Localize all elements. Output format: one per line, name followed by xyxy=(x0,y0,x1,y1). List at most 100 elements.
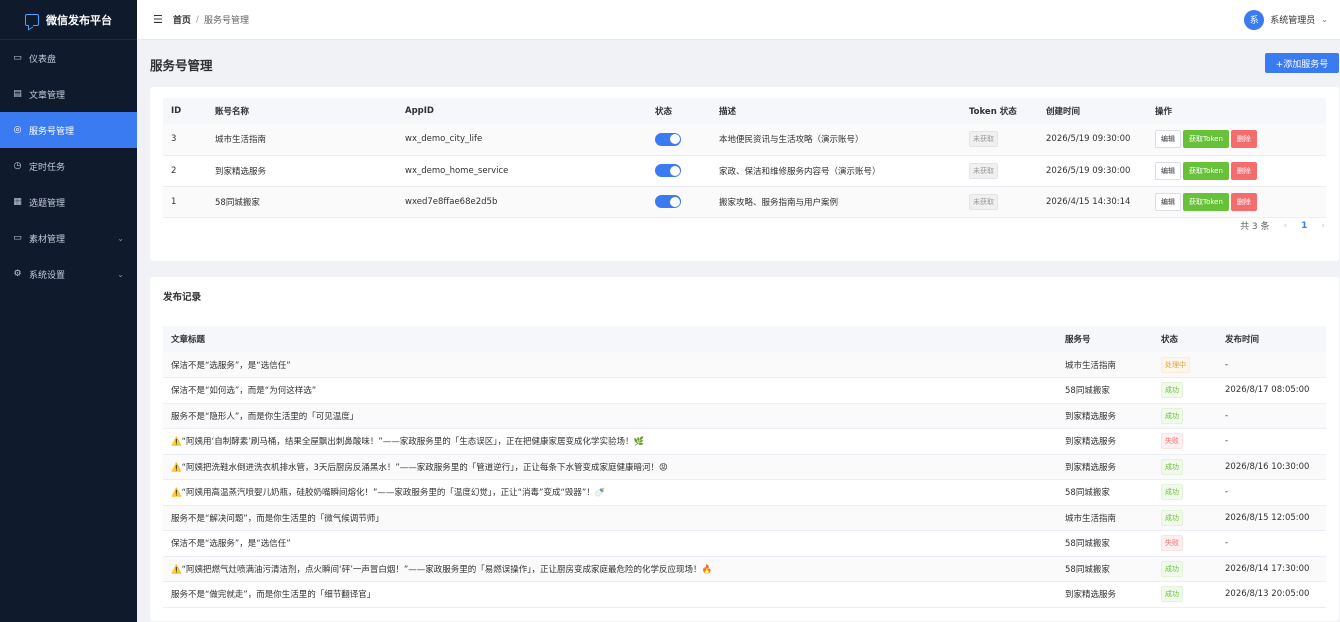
status-badge: 失败 xyxy=(1161,433,1183,450)
status-toggle[interactable] xyxy=(655,195,681,208)
table-row: ⚠️“阿姨把洗鞋水倒进洗衣机排水管，3天后厨房反涌黑水！”——家政服务里的「管道… xyxy=(163,454,1326,480)
account-name: 城市生活指南 xyxy=(207,124,397,156)
column-header: Token 状态 xyxy=(961,98,1038,124)
get-token-button[interactable]: 获取Token xyxy=(1183,130,1229,149)
account-description: 本地便民资讯与生活攻略（演示账号） xyxy=(711,124,961,156)
edit-button[interactable]: 编辑 xyxy=(1155,192,1181,211)
get-token-button[interactable]: 获取Token xyxy=(1183,192,1229,211)
get-token-button[interactable]: 获取Token xyxy=(1183,161,1229,180)
sidebar-item-label: 仪表盘 xyxy=(29,54,57,65)
edit-button[interactable]: 编辑 xyxy=(1155,161,1181,180)
account-description: 家政、保洁和维修服务内容号（演示账号） xyxy=(711,155,961,187)
menu-toggle-icon[interactable]: ☰ xyxy=(153,13,163,26)
article-title: ⚠️“阿姨把燃气灶喷满油污清洁剂，点火瞬间‘砰’一声冒白烟！”——家政服务里的「… xyxy=(163,556,1057,582)
delete-button[interactable]: 删除 xyxy=(1230,130,1257,149)
sidebar-item-label: 文章管理 xyxy=(29,90,66,101)
main-content: 服务号管理 +添加服务号 ID 账号名称 AppID 状态 描述 Token 状态 创建时间… xyxy=(137,41,1340,622)
page-number-current[interactable]: 1 xyxy=(1301,221,1307,231)
column-header: 发布时间 xyxy=(1217,326,1326,352)
record-status-cell: 失败 xyxy=(1153,530,1217,557)
edit-button[interactable]: 编辑 xyxy=(1155,130,1181,149)
breadcrumb-home[interactable]: 首页 xyxy=(173,13,191,26)
delete-button[interactable]: 删除 xyxy=(1230,161,1257,180)
publish-time: - xyxy=(1217,479,1326,506)
record-status-cell: 成功 xyxy=(1153,479,1217,506)
token-status-badge: 未获取 xyxy=(969,162,998,179)
record-status-cell: 成功 xyxy=(1153,377,1217,404)
actions-cell: 编辑 获取Token 删除 xyxy=(1147,155,1326,187)
token-status-cell: 未获取 xyxy=(961,155,1038,187)
actions-cell: 编辑 获取Token 删除 xyxy=(1147,124,1326,156)
status-cell xyxy=(647,124,711,156)
account-id: 2 xyxy=(163,155,207,187)
breadcrumb: 首页 / 服务号管理 xyxy=(173,13,249,27)
delete-button[interactable]: 删除 xyxy=(1230,192,1257,211)
article-title: 服务不是“做完就走”，而是你生活里的「细节翻译官」 xyxy=(163,581,1057,608)
sidebar-item-4[interactable]: ▦ 选题管理 xyxy=(0,184,137,220)
pagination-total: 共 3 条 xyxy=(1240,222,1270,232)
account-appid: wx_demo_home_service xyxy=(397,155,647,187)
account-name: 到家精选服务 xyxy=(207,155,397,187)
sidebar-item-label: 定时任务 xyxy=(29,162,66,173)
column-header: 状态 xyxy=(647,98,711,124)
status-toggle[interactable] xyxy=(655,132,681,146)
status-badge: 成功 xyxy=(1161,560,1183,577)
prev-page-button[interactable]: ‹ xyxy=(1284,221,1288,231)
column-header: AppID xyxy=(397,98,647,124)
app-title: 微信发布平台 xyxy=(46,13,112,27)
article-title: ⚠️“阿姨用高温蒸汽喷婴儿奶瓶，硅胶奶嘴瞬间熔化！”——家政服务里的「温度幻觉」… xyxy=(163,479,1057,506)
table-row: 保洁不是“选服务”，是“选信任” 城市生活指南 处理中 - xyxy=(163,352,1326,378)
chevron-down-icon: ⌄ xyxy=(117,269,124,279)
record-status-cell: 成功 xyxy=(1153,581,1217,608)
sidebar-item-label: 系统设置 xyxy=(29,270,66,281)
status-badge: 成功 xyxy=(1161,458,1183,475)
created-time: 2026/5/19 09:30:00 xyxy=(1038,124,1147,156)
table-row: 保洁不是“选服务”，是“选信任” 58同城搬家 失败 - xyxy=(163,530,1326,557)
record-account: 到家精选服务 xyxy=(1057,428,1153,455)
table-row: 保洁不是“如何选”，而是“为何这样选” 58同城搬家 成功 2026/8/17 08:… xyxy=(163,377,1326,404)
sidebar-item-5[interactable]: ▭ 素材管理 ⌄ xyxy=(0,220,137,256)
record-status-cell: 成功 xyxy=(1153,403,1217,429)
add-account-button[interactable]: +添加服务号 xyxy=(1265,53,1339,73)
sidebar-item-1[interactable]: ▤ 文章管理 xyxy=(0,76,137,112)
sidebar-item-0[interactable]: ▭ 仪表盘 xyxy=(0,40,137,76)
status-badge: 成功 xyxy=(1161,509,1183,526)
created-time: 2026/5/19 09:30:00 xyxy=(1038,155,1147,187)
page-title: 服务号管理 xyxy=(150,58,213,73)
column-header: 文章标题 xyxy=(163,326,1057,352)
table-row: 服务不是“做完就走”，而是你生活里的「细节翻译官」 到家精选服务 成功 2026/8/… xyxy=(163,581,1326,608)
record-status-cell: 成功 xyxy=(1153,505,1217,531)
sidebar-item-2[interactable]: ◎ 服务号管理 xyxy=(0,112,137,148)
record-account: 58同城搬家 xyxy=(1057,377,1153,404)
folder-icon: ▭ xyxy=(13,233,22,243)
column-header: 描述 xyxy=(711,98,961,124)
record-status-cell: 处理中 xyxy=(1153,352,1217,378)
avatar: 系 xyxy=(1244,9,1265,30)
status-cell xyxy=(647,186,711,218)
next-page-button[interactable]: › xyxy=(1321,221,1325,231)
breadcrumb-separator: / xyxy=(195,14,199,25)
column-header: 操作 xyxy=(1147,98,1326,124)
sidebar-item-label: 素材管理 xyxy=(29,234,66,245)
user-menu[interactable]: 系 系统管理员 ⌄ xyxy=(1244,9,1328,30)
sidebar-item-label: 服务号管理 xyxy=(29,126,75,137)
sidebar-item-label: 选题管理 xyxy=(29,198,66,209)
record-account: 到家精选服务 xyxy=(1057,581,1153,608)
table-row: 服务不是“隐形人”，而是你生活里的「可见温度」 到家精选服务 成功 - xyxy=(163,403,1326,429)
status-badge: 成功 xyxy=(1161,407,1183,424)
record-account: 58同城搬家 xyxy=(1057,556,1153,582)
records-title: 发布记录 xyxy=(163,292,202,303)
sidebar: 微信发布平台 ▭ 仪表盘 ▤ 文章管理 ◎ 服务号管理 ◷ 定时任务 ▦ 选题管理 ▭ 素材管理 ⌄ ⚙ 系… xyxy=(0,0,137,622)
record-status-cell: 失败 xyxy=(1153,428,1217,455)
monitor-icon: ▭ xyxy=(13,53,22,63)
status-toggle[interactable] xyxy=(655,164,681,177)
actions-cell: 编辑 获取Token 删除 xyxy=(1147,186,1326,218)
account-name: 58同城搬家 xyxy=(207,186,397,218)
user-name: 系统管理员 xyxy=(1270,16,1316,26)
status-badge: 失败 xyxy=(1161,535,1183,552)
publish-time: - xyxy=(1217,428,1326,455)
record-account: 58同城搬家 xyxy=(1057,530,1153,557)
sidebar-item-3[interactable]: ◷ 定时任务 xyxy=(0,148,137,184)
sidebar-item-6[interactable]: ⚙ 系统设置 ⌄ xyxy=(0,256,137,292)
records-table: 文章标题 服务号 状态 发布时间 保洁不是“选服务”，是“选信任” 城市生活指南 处理中 -… xyxy=(163,326,1326,608)
